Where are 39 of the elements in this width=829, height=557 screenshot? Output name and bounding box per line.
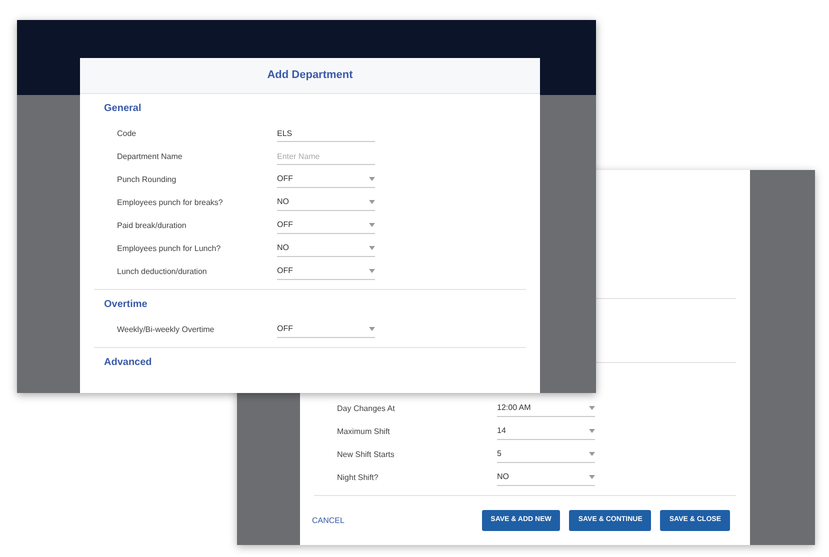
dropdown-field[interactable]: NO	[497, 470, 595, 486]
field-label: New Shift Starts	[337, 448, 396, 460]
caret-icon	[369, 327, 375, 331]
field-label: Code	[117, 128, 138, 140]
cancel-button[interactable]: CANCEL	[312, 514, 344, 526]
field-label: Lunch deduction/duration	[117, 266, 208, 278]
field-label: Weekly/Bi-weekly Overtime	[117, 324, 216, 336]
caret-icon	[369, 177, 375, 181]
caret-icon	[589, 475, 595, 479]
caret-icon	[589, 452, 595, 456]
dialog-title: Add Department	[267, 68, 353, 84]
text-field[interactable]: Enter Name	[277, 148, 375, 164]
caret-icon	[369, 223, 375, 227]
dropdown-field[interactable]: NO	[277, 194, 375, 210]
field-label: Department Name	[117, 150, 184, 162]
dropdown-field[interactable]: 14	[497, 424, 595, 440]
section-heading: Advanced	[104, 356, 152, 370]
dropdown-field[interactable]: OFF	[277, 322, 375, 338]
field-label: Employees punch for Lunch?	[117, 242, 222, 254]
dropdown-field[interactable]: OFF	[277, 172, 375, 188]
caret-icon	[369, 200, 375, 204]
dropdown-field[interactable]: OFF	[277, 264, 375, 280]
field-label: Day Changes At	[337, 402, 396, 414]
dropdown-field[interactable]: 5	[497, 446, 595, 462]
caret-icon	[369, 269, 375, 273]
caret-icon	[369, 246, 375, 250]
caret-icon	[589, 406, 595, 410]
field-label: Maximum Shift	[337, 426, 391, 438]
section-heading: General	[104, 102, 142, 116]
field-label: Punch Rounding	[117, 174, 178, 186]
dropdown-field[interactable]: OFF	[277, 218, 375, 234]
dropdown-field[interactable]: 12:00 AM	[497, 400, 595, 416]
field-label: Employees punch for breaks?	[117, 196, 224, 208]
caret-icon	[589, 429, 595, 433]
dropdown-field[interactable]: NO	[277, 240, 375, 256]
field-label: Paid break/duration	[117, 220, 188, 232]
section-heading: Overtime	[104, 298, 148, 312]
field-label: Night Shift?	[337, 472, 380, 484]
text-field[interactable]: ELS	[277, 126, 375, 142]
